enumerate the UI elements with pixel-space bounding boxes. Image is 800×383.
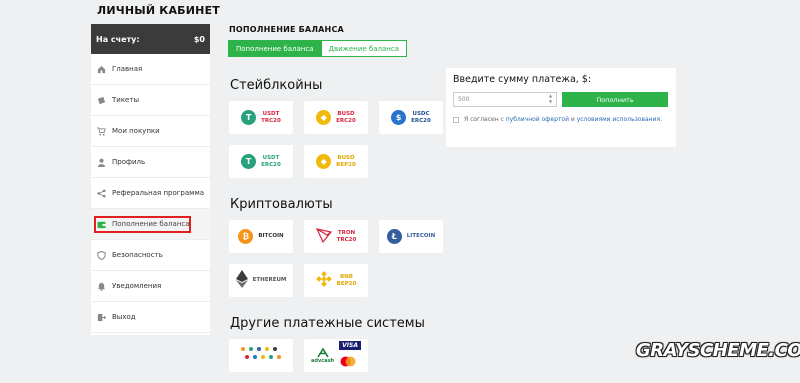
cart-icon (97, 126, 106, 136)
tile-line2: TRC20 (261, 117, 281, 124)
shield-icon (97, 250, 106, 260)
sidebar-item-label: Мои покупки (112, 127, 160, 135)
visa-logo: VISA (339, 340, 361, 350)
tile-line1: USDC (412, 110, 430, 117)
sidebar-item-home[interactable]: Главная (91, 54, 210, 85)
tile-line1: TRON (337, 229, 356, 236)
coin-cluster-icon (239, 344, 283, 368)
sidebar-item-tickets[interactable]: Тикеты (91, 85, 210, 116)
tile-ethereum[interactable]: ETHEREUM (229, 264, 293, 297)
tile-busd-bep20[interactable]: ◆ BUSD BEP20 (304, 145, 368, 178)
user-icon (97, 158, 106, 167)
tile-line1: LITECOIN (406, 233, 436, 239)
busd-icon: ◆ (316, 154, 332, 169)
sidebar-item-notifications[interactable]: Уведомления (91, 271, 210, 302)
agreement: Я согласен с публичной офертой и условия… (453, 116, 669, 124)
busd-icon: ◆ (316, 110, 332, 125)
tether-icon: T (241, 154, 257, 169)
tile-line1: USDT (262, 110, 280, 117)
amount-input[interactable] (453, 92, 557, 107)
advcash-logo: advcash (311, 347, 335, 364)
tab-bar: Пополнение баланса Движение баланса (228, 40, 408, 57)
balance-value: $0 (193, 34, 205, 44)
tile-line1: BITCOIN (258, 233, 284, 239)
tile-line1: BUSD (337, 154, 355, 161)
sidebar-item-label: Реферальная программа (112, 189, 205, 197)
sidebar-menu: Главная Тикеты Мои покупки Профиль Рефер… (91, 54, 210, 333)
payment-panel: Введите сумму платежа, $: ▲▼ Пополнить Я… (446, 68, 676, 147)
tile-usdc-erc20[interactable]: $ USDC ERC20 (379, 101, 443, 134)
tile-bnb-bep20[interactable]: BNB BEP20 (304, 264, 368, 297)
tile-line2: BEP20 (336, 280, 357, 287)
payment-row: ▲▼ Пополнить (453, 92, 669, 107)
tile-line2: ERC20 (261, 161, 281, 168)
litecoin-icon: Ł (386, 229, 402, 244)
sidebar-item-label: Тикеты (112, 96, 139, 104)
ticket-icon (97, 96, 106, 105)
bitcoin-icon: ₿ (238, 229, 254, 244)
sidebar: На счету: $0 Главная Тикеты Мои покупки … (91, 24, 210, 335)
sidebar-item-label: Профиль (112, 158, 146, 166)
sidebar-item-topup[interactable]: Пополнение баланса (91, 209, 210, 240)
tile-line2: ERC20 (411, 117, 431, 124)
page-title: ПОПОЛНЕНИЕ БАЛАНСА (229, 25, 344, 34)
sidebar-item-label: Главная (112, 65, 143, 73)
sidebar-item-profile[interactable]: Профиль (91, 147, 210, 178)
sidebar-item-referral[interactable]: Реферальная программа (91, 178, 210, 209)
tron-icon (315, 227, 332, 247)
tile-bitcoin[interactable]: ₿ BITCOIN (229, 220, 293, 253)
watermark: GRAYSCHEME.COM (636, 340, 800, 361)
tile-usdt-trc20[interactable]: T USDT TRC20 (229, 101, 293, 134)
mastercard-icon (339, 352, 361, 371)
tile-advcash-cards[interactable]: advcash VISA (304, 339, 368, 372)
tile-line1: ETHEREUM (252, 277, 287, 283)
tile-line2: BEP20 (336, 161, 356, 168)
share-icon (97, 188, 106, 198)
topup-button[interactable]: Пополнить (562, 92, 668, 107)
cabinet-title: ЛИЧНЫЙ КАБИНЕТ (97, 4, 220, 17)
terms-link[interactable]: условиями использования (577, 116, 660, 123)
sidebar-item-security[interactable]: Безопасность (91, 240, 210, 271)
agree-checkbox[interactable] (453, 117, 459, 123)
sidebar-item-purchases[interactable]: Мои покупки (91, 116, 210, 147)
sidebar-item-logout[interactable]: Выход (91, 302, 210, 333)
payment-title: Введите сумму платежа, $: (453, 74, 592, 85)
tile-tron-trc20[interactable]: TRON TRC20 (304, 220, 368, 253)
tab-topup[interactable]: Пополнение баланса (228, 40, 322, 57)
tile-line1: BUSD (337, 110, 355, 117)
other-title: Другие платежные системы (230, 316, 425, 331)
tile-line1: BNB (339, 273, 353, 280)
bnb-icon (315, 270, 332, 291)
usdc-icon: $ (391, 110, 407, 125)
agree-mid: и (568, 116, 577, 123)
advcash-label: advcash (311, 357, 335, 364)
balance-label: На счету: (96, 34, 140, 44)
tile-mixed-coins[interactable] (229, 339, 293, 372)
tile-line1: USDT (262, 154, 280, 161)
logout-icon (97, 313, 106, 322)
highlight-box (94, 216, 191, 233)
tether-icon: T (241, 110, 257, 125)
crypto-title: Криптовалюты (230, 197, 333, 212)
stablecoins-title: Стейблкойны (230, 78, 323, 93)
tab-history[interactable]: Движение баланса (321, 40, 408, 57)
bell-icon (97, 282, 106, 291)
tile-usdt-erc20[interactable]: T USDT ERC20 (229, 145, 293, 178)
balance-bar: На счету: $0 (91, 24, 210, 54)
tile-litecoin[interactable]: Ł LITECOIN (379, 220, 443, 253)
agree-suffix: . (660, 116, 663, 123)
amount-stepper[interactable]: ▲ ▼ (549, 93, 552, 105)
sidebar-item-label: Уведомления (112, 282, 162, 290)
tile-line2: ERC20 (336, 117, 356, 124)
offer-link[interactable]: публичной офертой (506, 116, 569, 123)
sidebar-item-label: Безопасность (112, 251, 163, 259)
advcash-icon (316, 347, 329, 357)
tile-busd-erc20[interactable]: ◆ BUSD ERC20 (304, 101, 368, 134)
tile-line2: TRC20 (336, 236, 357, 243)
sidebar-item-label: Выход (112, 313, 136, 321)
home-icon (97, 65, 106, 74)
ethereum-icon (235, 269, 248, 292)
agree-prefix: Я согласен с (464, 116, 506, 123)
